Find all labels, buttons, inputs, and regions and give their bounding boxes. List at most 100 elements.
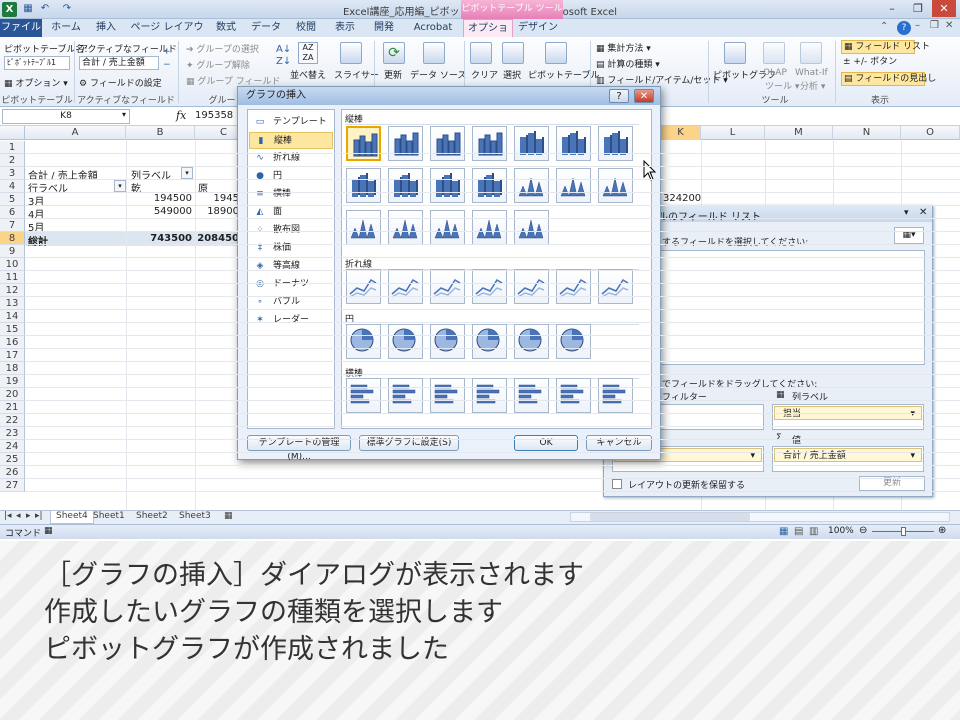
tab-view[interactable]: 表示 (327, 19, 363, 37)
row-header[interactable]: 21 (0, 401, 25, 414)
sheet-tab-sheet2[interactable]: Sheet2 (136, 511, 168, 521)
pie-chart-thumbnail[interactable] (346, 324, 381, 359)
clear-icon[interactable] (470, 42, 492, 64)
row-header[interactable]: 18 (0, 362, 25, 375)
pivot-grand-total-b[interactable]: 743500 (126, 233, 192, 244)
column-chart-thumbnail[interactable] (514, 210, 549, 245)
row-header[interactable]: 27 (0, 479, 25, 492)
column-chart-thumbnail[interactable] (430, 210, 465, 245)
column-chart-thumbnail[interactable] (472, 210, 507, 245)
ungroup-button[interactable]: ✦ グループ解除 (186, 58, 250, 71)
pie-chart-thumbnail[interactable] (514, 324, 549, 359)
tab-developer[interactable]: 開発 (366, 19, 402, 37)
pivottable-name-input[interactable]: ﾋﾟﾎﾞｯﾄﾃｰﾌﾞﾙ1 (4, 56, 70, 70)
help-icon[interactable]: ? (897, 21, 911, 35)
bar-chart-thumbnail[interactable] (598, 378, 633, 413)
zoom-in-icon[interactable]: ⊕ (938, 525, 946, 536)
what-if-button[interactable]: What-If (795, 68, 828, 78)
line-chart-thumbnail[interactable] (346, 269, 381, 304)
row-header[interactable]: 12 (0, 284, 25, 297)
tab-acrobat[interactable]: Acrobat (407, 19, 459, 37)
pie-chart-thumbnail[interactable] (430, 324, 465, 359)
column-chart-thumbnail[interactable] (346, 126, 381, 161)
line-chart-thumbnail[interactable] (472, 269, 507, 304)
column-chart-thumbnail[interactable] (388, 210, 423, 245)
chart-category-item[interactable]: ▮ 縦棒 (249, 132, 333, 149)
formula-input[interactable]: 195358 (195, 110, 233, 121)
line-chart-thumbnail[interactable] (388, 269, 423, 304)
refresh-button[interactable]: 更新 (384, 68, 402, 81)
row-header[interactable]: 24 (0, 440, 25, 453)
column-chart-thumbnail[interactable] (556, 168, 591, 203)
row-header[interactable]: 20 (0, 388, 25, 401)
zoom-level[interactable]: 100% (828, 526, 854, 536)
tab-page-layout[interactable]: ページ レイアウト (128, 19, 206, 51)
group-selection-button[interactable]: ➔ グループの選択 (186, 42, 259, 55)
chart-category-item[interactable]: ▭ テンプレート (249, 114, 333, 131)
pivot-grand-total-c[interactable]: 208450 (195, 233, 239, 244)
minimize-icon[interactable]: – (880, 0, 904, 17)
pivot-cell[interactable]: 194500 (126, 193, 192, 204)
name-box-dropdown-icon[interactable]: ▾ (122, 110, 126, 119)
workbook-restore-icon[interactable]: ❐ (930, 20, 944, 34)
ribbon-collapse-icon[interactable]: ⌃ (880, 21, 894, 35)
pie-chart-thumbnail[interactable] (388, 324, 423, 359)
row-header[interactable]: 6 (0, 206, 25, 219)
column-header-b[interactable]: B (126, 126, 195, 140)
column-chart-thumbnail[interactable] (346, 210, 381, 245)
pie-chart-thumbnail[interactable] (556, 324, 591, 359)
workbook-minimize-icon[interactable]: – (915, 20, 929, 34)
tab-file[interactable]: ファイル (0, 19, 42, 37)
tab-insert[interactable]: 挿入 (88, 19, 124, 37)
sheet-next-icon[interactable]: ▸ (26, 511, 31, 521)
column-header-k[interactable]: K (661, 126, 701, 140)
row-header[interactable]: 25 (0, 453, 25, 466)
summarize-by-button[interactable]: ▦ 集計方法 ▾ (596, 41, 651, 54)
row-header[interactable]: 7 (0, 219, 25, 232)
expand-collapse-field-icon[interactable]: + − (163, 46, 175, 86)
bar-chart-thumbnail[interactable] (472, 378, 507, 413)
zoom-slider-thumb[interactable] (901, 527, 906, 536)
field-settings-button[interactable]: ⚙ フィールドの設定 (79, 76, 162, 89)
row-header[interactable]: 8 (0, 232, 25, 245)
refresh-icon[interactable]: ⟳ (383, 42, 405, 64)
ok-button[interactable]: OK (514, 435, 578, 451)
tab-home[interactable]: ホーム (46, 19, 86, 37)
pivot-cell[interactable]: 549000 (126, 206, 192, 217)
column-chart-thumbnail[interactable] (556, 126, 591, 161)
row-header[interactable]: 23 (0, 427, 25, 440)
row-header[interactable]: 26 (0, 466, 25, 479)
workbook-close-icon[interactable]: ✕ (945, 20, 959, 34)
column-chart-thumbnail[interactable] (388, 168, 423, 203)
column-header-l[interactable]: L (701, 126, 765, 140)
move-pivottable-icon[interactable] (545, 42, 567, 64)
column-header-n[interactable]: N (833, 126, 901, 140)
insert-function-icon[interactable]: fx (176, 109, 186, 122)
line-chart-thumbnail[interactable] (430, 269, 465, 304)
tab-data[interactable]: データ (248, 19, 284, 37)
sheet-tab-sheet4[interactable]: Sheet4 (50, 511, 94, 524)
column-label-filter-dropdown-icon[interactable]: ▾ (181, 167, 193, 179)
sheet-tab-sheet3[interactable]: Sheet3 (179, 511, 211, 521)
row-header[interactable]: 5 (0, 193, 25, 206)
active-field-input[interactable]: 合計 / 売上金額 (79, 56, 159, 70)
line-chart-thumbnail[interactable] (514, 269, 549, 304)
column-chart-thumbnail[interactable] (346, 168, 381, 203)
data-source-icon[interactable] (423, 42, 445, 64)
chart-category-item[interactable]: ‡ 株価 (249, 240, 333, 257)
line-chart-thumbnail[interactable] (556, 269, 591, 304)
name-box[interactable]: K8 (2, 109, 130, 124)
plus-minus-buttons-toggle[interactable]: ± +/- ボタン (841, 56, 915, 70)
sheet-last-icon[interactable]: ▸| (35, 511, 43, 521)
column-chart-thumbnail[interactable] (598, 126, 633, 161)
data-source-button[interactable]: データ ソース (410, 68, 466, 81)
row-header[interactable]: 9 (0, 245, 25, 258)
column-chart-thumbnail[interactable] (514, 168, 549, 203)
column-header-m[interactable]: M (765, 126, 833, 140)
pivot-grand-total-label[interactable]: 総計 (28, 233, 48, 248)
column-chart-thumbnail[interactable] (430, 168, 465, 203)
row-header[interactable]: 1 (0, 141, 25, 154)
field-list-dropdown-icon[interactable]: ▾ (904, 208, 909, 218)
horizontal-scrollbar-thumb[interactable] (590, 513, 750, 521)
insert-sheet-icon[interactable]: ▦ (224, 511, 233, 521)
